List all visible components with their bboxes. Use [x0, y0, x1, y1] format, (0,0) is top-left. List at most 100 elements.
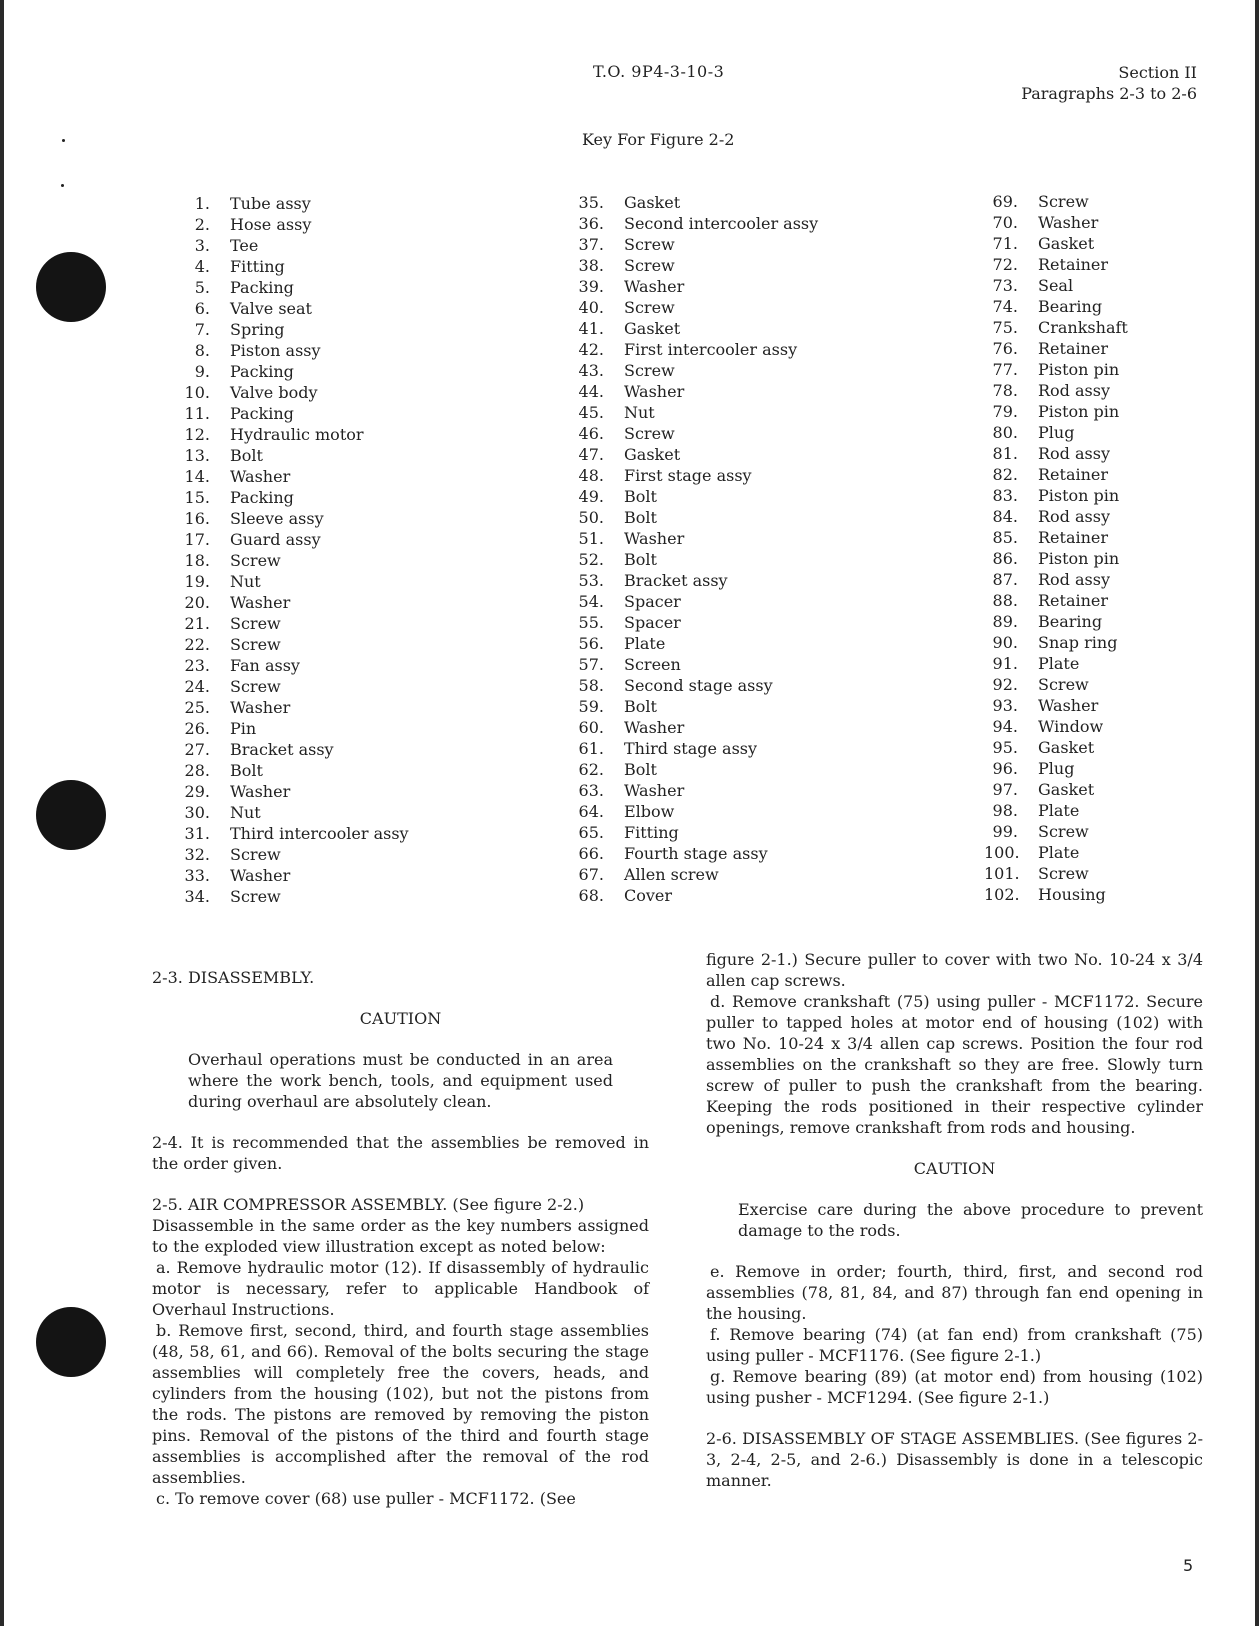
key-item: 65. Fitting [570, 822, 818, 843]
key-item-name: Piston pin [1038, 549, 1120, 568]
key-item-number: 56. [578, 634, 604, 653]
key-item: 14. Washer [176, 466, 409, 487]
key-item-number: 12. [184, 425, 210, 444]
key-item: 25. Washer [176, 697, 409, 718]
key-item: 16. Sleeve assy [176, 508, 409, 529]
key-item-name: Screw [624, 256, 675, 275]
key-item-name: Sleeve assy [230, 509, 324, 528]
key-item-name: Screw [624, 424, 675, 443]
key-item: 40. Screw [570, 297, 818, 318]
key-item-number: 21. [184, 614, 210, 633]
key-item: 84. Rod assy [984, 506, 1128, 527]
paragraph-2-4: 2-4. It is recommended that the assembli… [152, 1133, 649, 1173]
key-item: 85. Retainer [984, 527, 1128, 548]
key-item-number: 82. [992, 465, 1018, 484]
key-item-name: Nut [230, 572, 261, 591]
key-item: 32. Screw [176, 844, 409, 865]
key-item-name: Tee [230, 236, 259, 255]
key-item-number: 48. [578, 466, 604, 485]
key-item: 38. Screw [570, 255, 818, 276]
paragraphs-range: Paragraphs 2-3 to 2-6 [1021, 84, 1197, 103]
key-item-number: 64. [578, 802, 604, 821]
step-f: f. Remove bearing (74) (at fan end) from… [706, 1325, 1203, 1365]
key-item: 56. Plate [570, 633, 818, 654]
key-item-name: Washer [624, 382, 685, 401]
key-item-name: Plate [1038, 843, 1080, 862]
key-item-name: Screw [1038, 192, 1089, 211]
key-item: 52. Bolt [570, 549, 818, 570]
key-item: 35. Gasket [570, 192, 818, 213]
key-item-number: 41. [578, 319, 604, 338]
key-item-number: 42. [578, 340, 604, 359]
key-item-number: 101. [984, 864, 1020, 883]
key-item: 22. Screw [176, 634, 409, 655]
key-item-name: Window [1038, 717, 1104, 736]
key-item-number: 10. [184, 383, 210, 402]
key-item: 47. Gasket [570, 444, 818, 465]
key-item-number: 55. [578, 613, 604, 632]
key-item: 87. Rod assy [984, 569, 1128, 590]
key-item: 48. First stage assy [570, 465, 818, 486]
key-item-number: 9. [194, 362, 210, 381]
key-item-name: Washer [230, 467, 291, 486]
key-item-name: Bolt [624, 508, 657, 527]
key-item-number: 27. [184, 740, 210, 759]
key-item-name: Retainer [1038, 255, 1109, 274]
key-item: 98. Plate [984, 800, 1128, 821]
key-item-number: 37. [578, 235, 604, 254]
key-item-name: Screw [230, 677, 281, 696]
key-item-name: Tube assy [230, 194, 311, 213]
key-item: 12. Hydraulic motor [176, 424, 409, 445]
key-item-name: Packing [230, 488, 294, 507]
paragraph-2-3-heading: 2-3. DISASSEMBLY. [152, 968, 315, 987]
binder-hole-icon [36, 780, 106, 850]
key-item-name: Packing [230, 404, 294, 423]
key-item-name: Screw [230, 551, 281, 570]
step-c-part-1: c. To remove cover (68) use puller - MCF… [156, 1489, 576, 1508]
key-item-number: 97. [992, 780, 1018, 799]
key-item: 76. Retainer [984, 338, 1128, 359]
key-item: 51. Washer [570, 528, 818, 549]
key-item: 2. Hose assy [176, 214, 409, 235]
key-item-number: 15. [184, 488, 210, 507]
key-item-number: 4. [194, 257, 210, 276]
key-item-name: Housing [1038, 885, 1106, 904]
key-item-name: Bracket assy [230, 740, 334, 759]
key-item-name: Third stage assy [624, 739, 758, 758]
key-item-name: Bolt [624, 760, 657, 779]
key-item-number: 86. [992, 549, 1018, 568]
key-item-number: 83. [992, 486, 1018, 505]
key-item: 36. Second intercooler assy [570, 213, 819, 234]
key-item-number: 94. [992, 717, 1018, 736]
key-item-name: Piston assy [230, 341, 321, 360]
key-item: 86. Piston pin [984, 548, 1128, 569]
key-item-name: Nut [230, 803, 261, 822]
key-item-name: Bolt [624, 550, 657, 569]
key-item-number: 67. [578, 865, 604, 884]
key-item: 67. Allen screw [570, 864, 818, 885]
key-item-number: 58. [578, 676, 604, 695]
key-item-name: Hydraulic motor [230, 425, 364, 444]
key-item-number: 54. [578, 592, 604, 611]
key-item-number: 71. [992, 234, 1018, 253]
key-item-name: Plate [624, 634, 666, 653]
key-item-name: Washer [624, 718, 685, 737]
key-item-name: First stage assy [624, 466, 752, 485]
key-item: 83. Piston pin [984, 485, 1128, 506]
key-item: 59. Bolt [570, 696, 818, 717]
key-item: 54. Spacer [570, 591, 818, 612]
key-item-name: Packing [230, 278, 294, 297]
key-item-name: Gasket [1038, 780, 1095, 799]
key-item: 44. Washer [570, 381, 818, 402]
caution-text: Overhaul operations must be conducted in… [188, 1050, 613, 1111]
key-item: 64. Elbow [570, 801, 818, 822]
key-item-name: Third intercooler assy [230, 824, 409, 843]
key-item-number: 76. [992, 339, 1018, 358]
key-item: 17. Guard assy [176, 529, 409, 550]
key-item-number: 26. [184, 719, 210, 738]
key-item: 68. Cover [570, 885, 818, 906]
key-item-name: Gasket [1038, 738, 1095, 757]
key-item-number: 29. [184, 782, 210, 801]
key-item-name: Screw [624, 298, 675, 317]
key-item-number: 95. [992, 738, 1018, 757]
